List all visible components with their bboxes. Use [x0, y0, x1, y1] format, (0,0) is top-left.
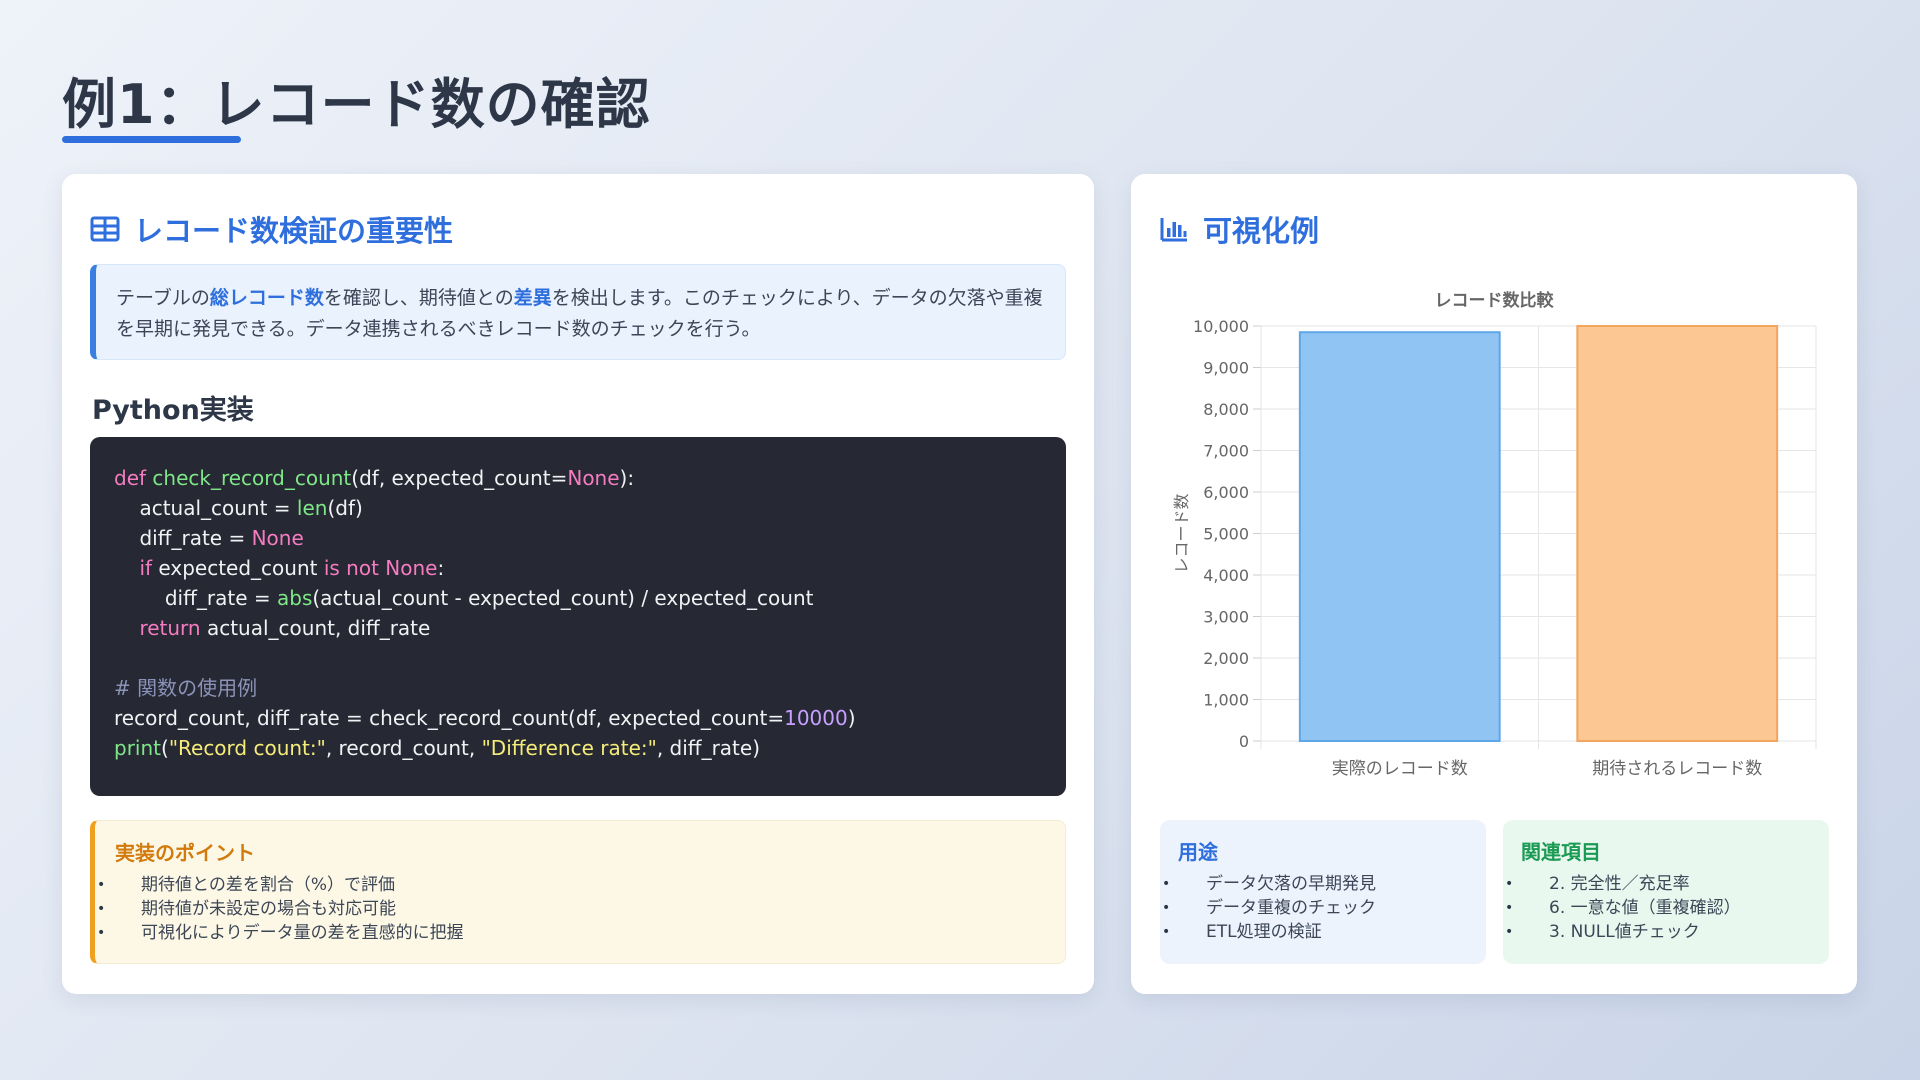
- desc-highlight: 総レコード数: [209, 287, 324, 309]
- y-tick-label: 10,000: [1193, 317, 1249, 336]
- usage-title: 用途: [1178, 840, 1218, 864]
- y-axis-label: レコード数: [1172, 493, 1191, 573]
- y-tick-label: 0: [1239, 732, 1249, 751]
- points-title: 実装のポイント: [115, 841, 255, 865]
- y-tick-label: 1,000: [1203, 691, 1249, 710]
- list-item: 可視化によりデータ量の差を直感的に把握: [95, 921, 464, 945]
- record-count-chart: レコード数比較 0 1,000 2,000 3,000 4,000 5,000 6,000 7,…: [1172, 290, 1817, 779]
- code-line: return actual_count, diff_rate: [139, 616, 431, 640]
- y-tick-label: 4,000: [1203, 566, 1249, 585]
- y-tick-label: 3,000: [1203, 608, 1249, 627]
- x-tick-label: 実際のレコード数: [1332, 759, 1468, 779]
- card-header-importance: レコード数検証の重要性: [90, 208, 453, 250]
- code-line: record_count, diff_rate = check_record_c…: [114, 706, 856, 730]
- list-item: データ重複のチェック: [1160, 896, 1376, 920]
- chart-title: レコード数比較: [1435, 290, 1555, 311]
- implementation-points: 実装のポイント 期待値との差を割合（%）で評価 期待値が未設定の場合も対応可能 …: [90, 820, 1066, 964]
- y-tick-label: 9,000: [1203, 359, 1249, 378]
- y-tick-label: 8,000: [1203, 400, 1249, 419]
- desc-highlight: 差異: [513, 287, 552, 309]
- title-underline: [62, 136, 241, 143]
- page-title: 例1：レコード数の確認: [62, 73, 651, 136]
- code-line: actual_count = len(df): [139, 496, 363, 520]
- points-list: 期待値との差を割合（%）で評価 期待値が未設定の場合も対応可能 可視化によりデー…: [95, 873, 464, 945]
- code-line: diff_rate = abs(actual_count - expected_…: [164, 586, 814, 610]
- code-line: if expected_count is not None:: [139, 556, 445, 580]
- bar: [1576, 325, 1779, 742]
- table-icon: [90, 216, 120, 242]
- list-item: データ欠落の早期発見: [1160, 872, 1376, 896]
- related-title: 関連項目: [1521, 840, 1601, 864]
- desc-text: テーブルの: [116, 287, 210, 309]
- list-item: ETL処理の検証: [1160, 920, 1376, 944]
- y-tick-label: 7,000: [1203, 442, 1249, 461]
- list-item: 期待値が未設定の場合も対応可能: [95, 897, 464, 921]
- list-item: 6. 一意な値（重複確認）: [1503, 896, 1741, 920]
- card-header-label: レコード数検証の重要性: [134, 214, 454, 248]
- code-line: print("Record count:", record_count, "Di…: [114, 736, 761, 760]
- code-line: diff_rate = None: [139, 526, 304, 550]
- code-block: def check_record_count(df, expected_coun…: [90, 437, 1066, 796]
- desc-text: を確認し、期待値との: [323, 287, 514, 309]
- y-tick-label: 2,000: [1203, 649, 1249, 668]
- y-tick-label: 5,000: [1203, 525, 1249, 544]
- x-tick-label: 期待されるレコード数: [1592, 759, 1762, 779]
- card-header-visualization: 可視化例: [1159, 208, 1319, 250]
- list-item: 3. NULL値チェック: [1503, 920, 1741, 944]
- related-box: 関連項目 2. 完全性／充足率 6. 一意な値（重複確認） 3. NULL値チェ…: [1503, 820, 1829, 964]
- visualization-card: 可視化例 レコード数比較 0 1,000 2,000 3,000 4,000 5,000 6,…: [1131, 174, 1857, 994]
- bar-chart-icon: [1160, 218, 1187, 242]
- code-line: def check_record_count(df, expected_coun…: [114, 466, 635, 490]
- implementation-card: レコード数検証の重要性 テーブルの総レコード数を確認し、期待値との差異を検出しま…: [62, 174, 1094, 994]
- list-item: 期待値との差を割合（%）で評価: [95, 873, 464, 897]
- usage-list: データ欠落の早期発見 データ重複のチェック ETL処理の検証: [1160, 872, 1376, 944]
- bar: [1298, 331, 1501, 742]
- usage-box: 用途 データ欠落の早期発見 データ重複のチェック ETL処理の検証: [1160, 820, 1486, 964]
- y-tick-label: 6,000: [1203, 483, 1249, 502]
- description-box: テーブルの総レコード数を確認し、期待値との差異を検出します。このチェックにより、…: [90, 264, 1066, 360]
- card-header-label: 可視化例: [1203, 214, 1320, 248]
- related-list: 2. 完全性／充足率 6. 一意な値（重複確認） 3. NULL値チェック: [1503, 872, 1741, 944]
- code-section-title: Python実装: [92, 395, 254, 426]
- list-item: 2. 完全性／充足率: [1503, 872, 1741, 896]
- code-line: # 関数の使用例: [114, 676, 258, 700]
